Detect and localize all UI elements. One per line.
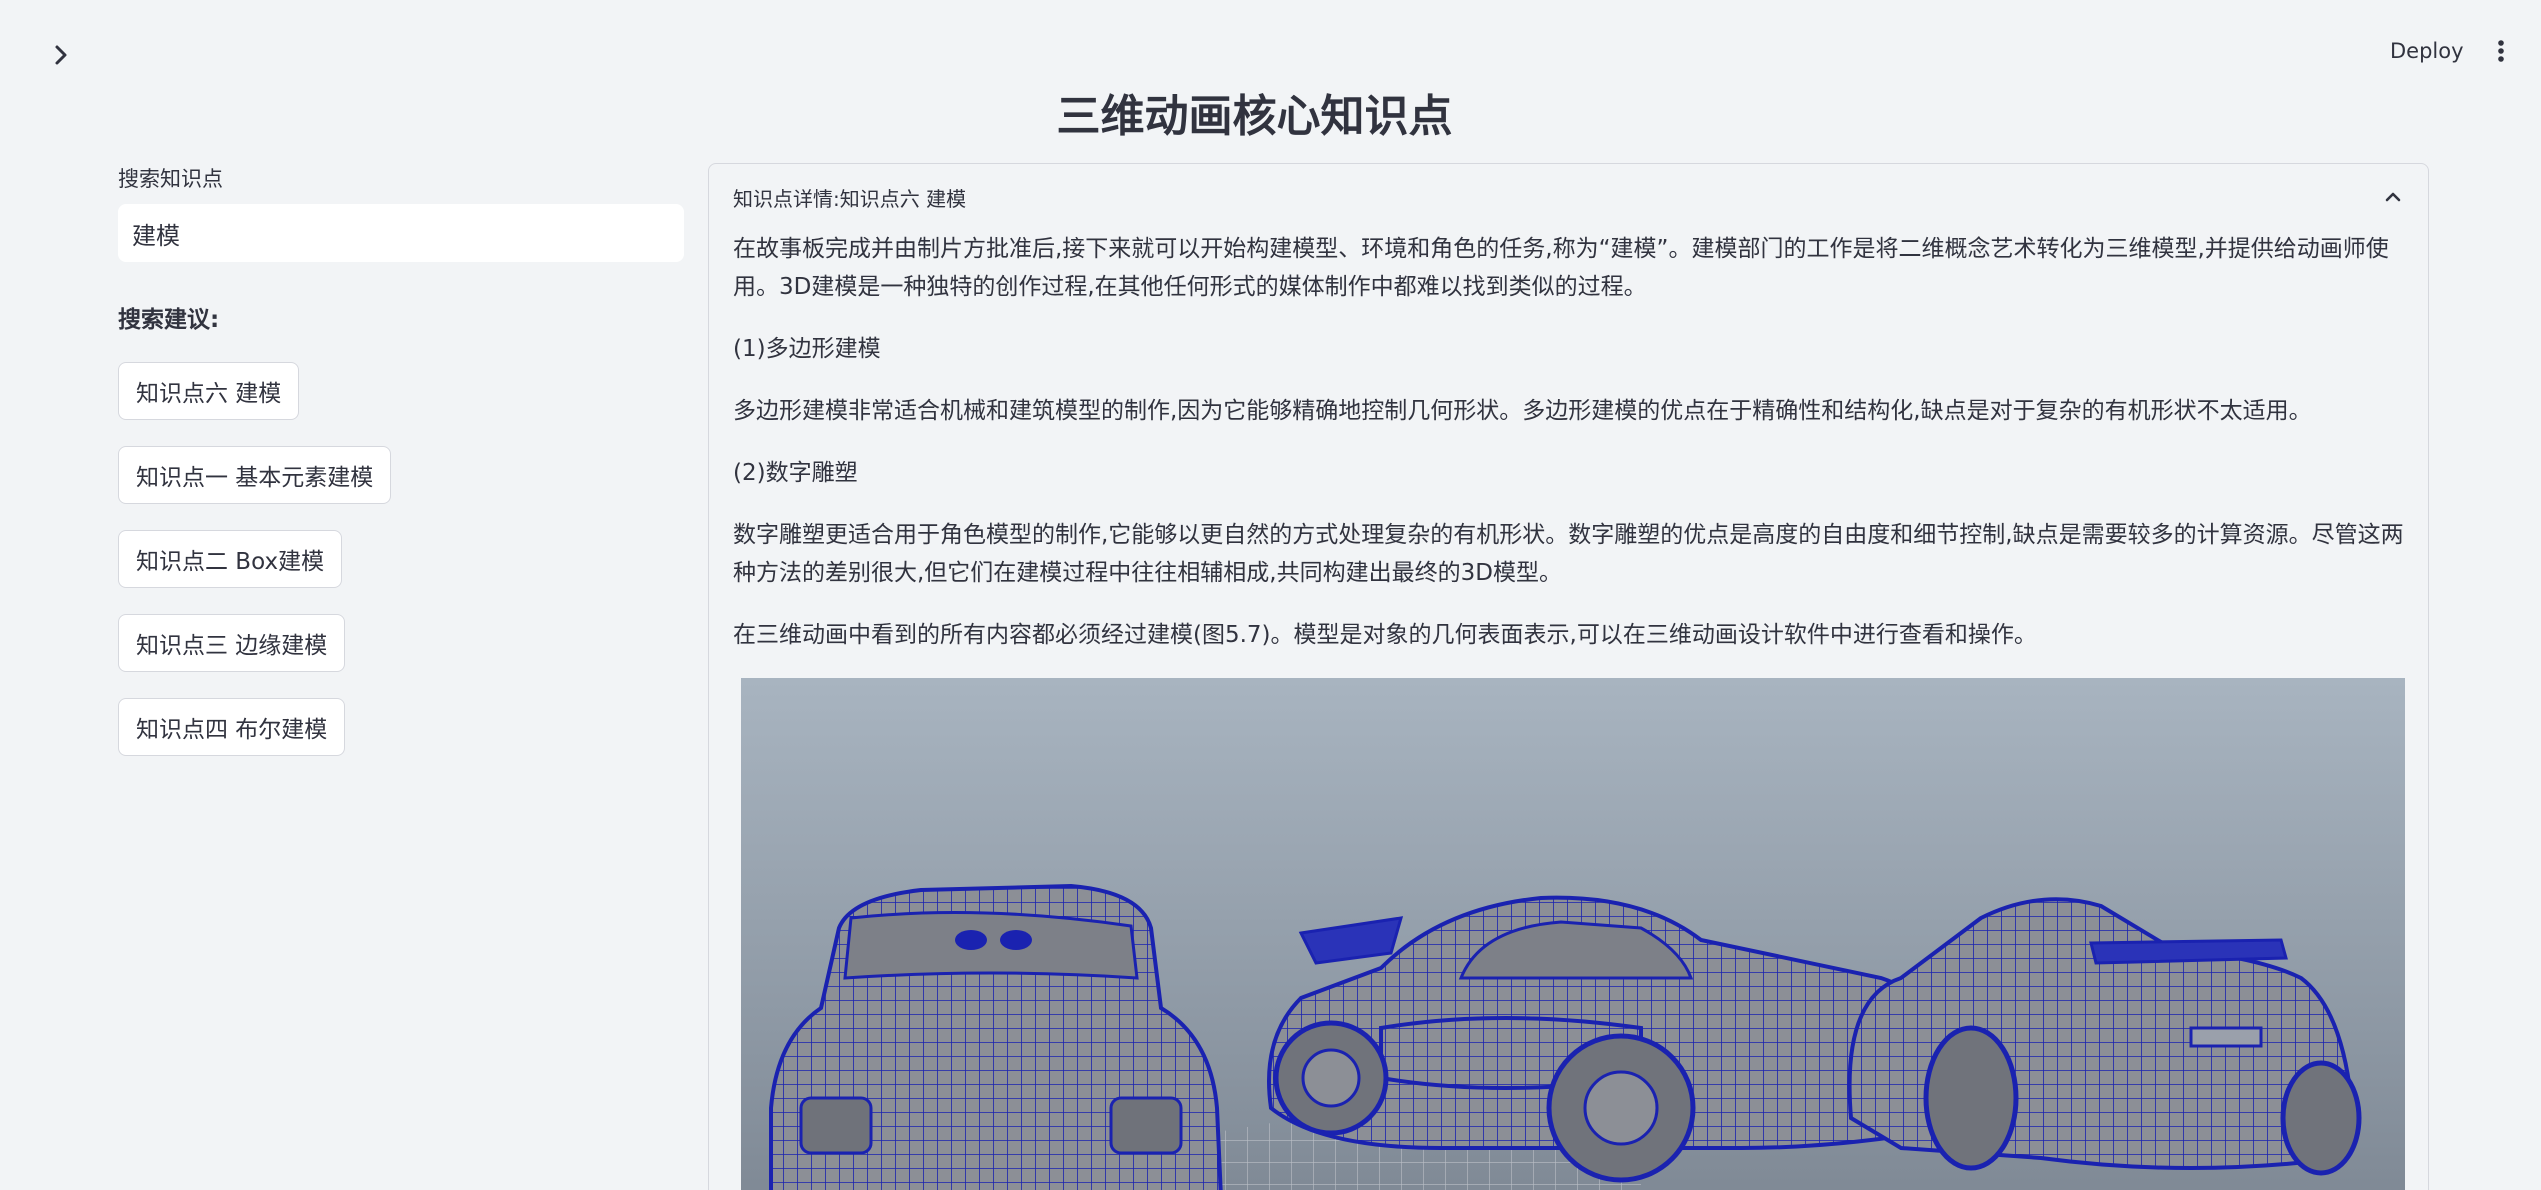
section-heading: (1)多边形建模 — [733, 336, 881, 362]
car-wireframe-illustration — [769, 883, 2362, 1190]
suggestion-button[interactable]: 知识点三 边缘建模 — [118, 614, 346, 672]
car-wireframe-image — [741, 678, 2405, 1190]
search-input[interactable] — [118, 204, 684, 262]
suggestions-title: 搜索建议: — [118, 307, 220, 333]
suggestion-button[interactable]: 知识点二 Box建模 — [118, 530, 343, 588]
detail-paragraph: 在故事板完成并由制片方批准后,接下来就可以开始构建模型、环境和角色的任务,称为“… — [733, 236, 2389, 300]
main-menu-button[interactable] — [2486, 34, 2516, 68]
sidebar-toggle-button[interactable] — [46, 40, 76, 70]
section-heading: (2)数字雕塑 — [733, 460, 858, 486]
suggestion-button[interactable]: 知识点六 建模 — [118, 362, 300, 420]
search-panel: 搜索知识点 搜索建议: 知识点六 建模 知识点一 基本元素建模 知识点二 Box… — [118, 166, 684, 782]
page-title: 三维动画核心知识点 — [1056, 91, 1453, 142]
chevron-right-icon — [55, 45, 67, 65]
detail-paragraph: 数字雕塑更适合用于角色模型的制作,它能够以更自然的方式处理复杂的有机形状。数字雕… — [733, 522, 2404, 586]
app-root: Deploy 三维动画核心知识点 搜索知识点 搜索建议: 知识点六 建模 知识点… — [0, 0, 2541, 1190]
expander-body: 在故事板完成并由制片方批准后,接下来就可以开始构建模型、环境和角色的任务,称为“… — [709, 230, 2428, 1190]
detail-paragraph: 多边形建模非常适合机械和建筑模型的制作,因为它能够精确地控制几何形状。多边形建模… — [733, 398, 2312, 424]
deploy-button[interactable]: Deploy — [2380, 30, 2474, 72]
vertical-dots-icon — [2498, 40, 2504, 62]
expander-title: 知识点详情:知识点六 建模 — [733, 186, 967, 211]
suggestion-button[interactable]: 知识点一 基本元素建模 — [118, 446, 392, 504]
expander-header[interactable]: 知识点详情:知识点六 建模 — [709, 164, 2428, 230]
detail-paragraph: 在三维动画中看到的所有内容都必须经过建模(图5.7)。模型是对象的几何表面表示,… — [733, 622, 2037, 648]
chevron-up-icon — [2385, 192, 2401, 202]
detail-expander: 知识点详情:知识点六 建模 在故事板完成并由制片方批准后,接下来就可以开始构建模… — [708, 163, 2429, 1190]
suggestions-list: 知识点六 建模 知识点一 基本元素建模 知识点二 Box建模 知识点三 边缘建模… — [118, 362, 684, 782]
suggestion-button[interactable]: 知识点四 布尔建模 — [118, 698, 346, 756]
search-label: 搜索知识点 — [118, 167, 223, 191]
